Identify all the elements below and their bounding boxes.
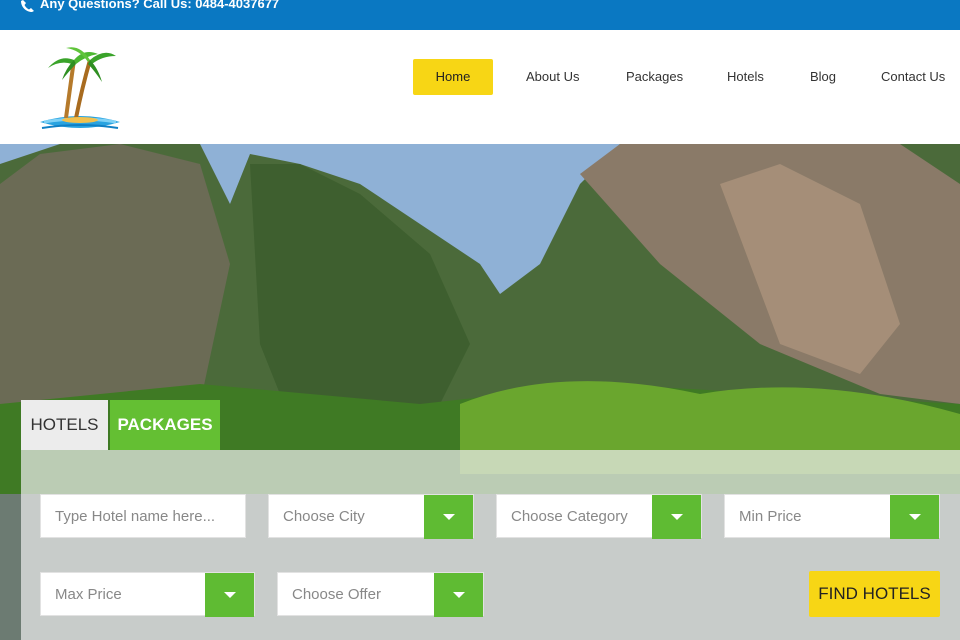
category-select-label: Choose Category bbox=[511, 508, 628, 525]
find-hotels-button[interactable]: FIND HOTELS bbox=[809, 571, 940, 617]
chevron-down-icon[interactable] bbox=[890, 495, 939, 539]
chevron-down-icon[interactable] bbox=[652, 495, 701, 539]
min-price-select[interactable]: Min Price bbox=[724, 494, 940, 539]
min-price-label: Min Price bbox=[739, 508, 802, 525]
max-price-label: Max Price bbox=[55, 586, 122, 603]
chevron-down-icon[interactable] bbox=[434, 573, 483, 617]
tab-hotels[interactable]: HOTELS bbox=[21, 400, 108, 450]
hotel-name-placeholder: Type Hotel name here... bbox=[55, 508, 216, 525]
tab-packages[interactable]: PACKAGES bbox=[110, 400, 220, 450]
nav-hotels[interactable]: Hotels bbox=[727, 59, 764, 95]
max-price-select[interactable]: Max Price bbox=[40, 572, 255, 617]
category-select[interactable]: Choose Category bbox=[496, 494, 702, 539]
nav-packages[interactable]: Packages bbox=[626, 59, 683, 95]
city-select[interactable]: Choose City bbox=[268, 494, 474, 539]
chevron-down-icon[interactable] bbox=[424, 495, 473, 539]
phone-icon bbox=[20, 0, 34, 12]
city-select-label: Choose City bbox=[283, 508, 365, 525]
chevron-down-icon[interactable] bbox=[205, 573, 254, 617]
contact-text: Any Questions? Call Us: 0484-4037677 bbox=[40, 0, 280, 11]
nav-contact-us[interactable]: Contact Us bbox=[881, 59, 945, 95]
nav-blog[interactable]: Blog bbox=[810, 59, 836, 95]
offer-select-label: Choose Offer bbox=[292, 586, 381, 603]
nav-home[interactable]: Home bbox=[413, 59, 493, 95]
site-header: Home About Us Packages Hotels Blog Conta… bbox=[0, 30, 960, 144]
offer-select[interactable]: Choose Offer bbox=[277, 572, 484, 617]
hotel-name-input[interactable]: Type Hotel name here... bbox=[40, 494, 246, 538]
main-nav: Home About Us Packages Hotels Blog Conta… bbox=[0, 59, 960, 95]
nav-about-us[interactable]: About Us bbox=[526, 59, 579, 95]
top-contact-bar: Any Questions? Call Us: 0484-4037677 bbox=[0, 0, 960, 30]
